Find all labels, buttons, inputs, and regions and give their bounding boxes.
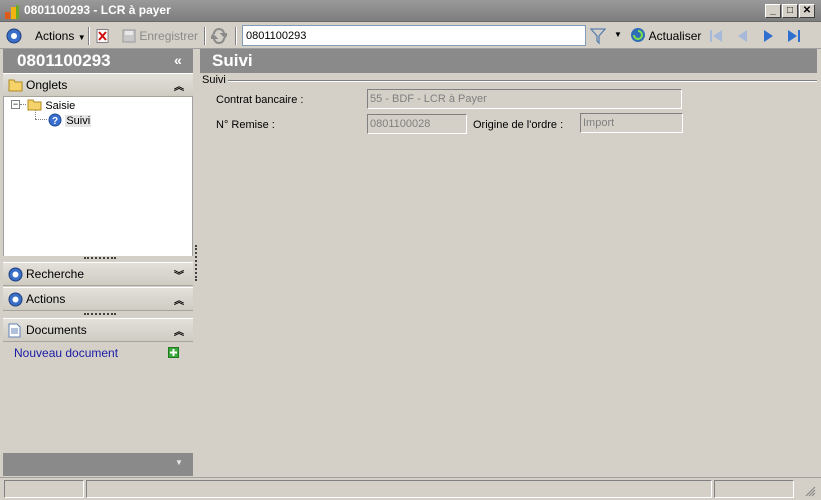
- chevron-up-icon[interactable]: ︽: [174, 292, 184, 307]
- status-cell: [714, 480, 794, 498]
- panel-splitter[interactable]: [3, 256, 193, 261]
- new-document-link[interactable]: Nouveau document: [14, 346, 118, 360]
- refresh-label: Actualiser: [648, 29, 702, 43]
- contract-field[interactable]: 55 - BDF - LCR à Payer: [367, 89, 682, 109]
- save-label: Enregistrer: [139, 29, 199, 43]
- refresh-icon: [631, 28, 645, 42]
- page-title: Suivi: [200, 49, 817, 73]
- filter-icon[interactable]: [590, 27, 606, 45]
- help-icon: ?: [48, 113, 62, 127]
- chevron-up-icon[interactable]: ︽: [174, 323, 184, 338]
- close-button[interactable]: ✕: [799, 4, 815, 18]
- actions-menu-button[interactable]: Actions ▼: [35, 25, 86, 47]
- refresh-button[interactable]: Actualiser: [630, 25, 701, 47]
- tabs-section-header[interactable]: Onglets ︽: [3, 73, 193, 97]
- record-search-input[interactable]: [242, 25, 586, 46]
- tree-connector: [35, 119, 47, 120]
- actions-menu-label: Actions: [35, 29, 75, 43]
- record-number-header: 0801100293: [3, 49, 193, 73]
- toolbar-separator: [235, 27, 237, 45]
- tree-node-suivi[interactable]: ? Suivi: [48, 113, 92, 127]
- app-icon: [5, 5, 19, 19]
- tree-collapse-toggle[interactable]: −: [11, 100, 20, 109]
- sync-icon[interactable]: [211, 28, 227, 44]
- status-cell: [86, 480, 712, 498]
- chevron-down-icon[interactable]: ︾: [174, 267, 184, 282]
- remise-field[interactable]: 0801100028: [367, 114, 467, 134]
- last-record-icon[interactable]: [786, 28, 802, 44]
- group-legend: Suivi: [202, 74, 228, 86]
- circle-icon: [8, 267, 23, 282]
- tree-node-saisie[interactable]: Saisie: [27, 98, 75, 112]
- documents-section-header[interactable]: Documents ︽: [3, 318, 193, 342]
- toolbar-separator: [204, 27, 206, 45]
- tree-node-label: Saisie: [45, 100, 76, 112]
- circle-icon: [8, 292, 23, 307]
- group-divider: [228, 80, 817, 82]
- delete-icon[interactable]: [96, 29, 110, 43]
- origin-label: Origine de l'ordre :: [473, 119, 564, 131]
- save-button[interactable]: Enregistrer: [122, 25, 198, 47]
- status-bar: [0, 477, 821, 500]
- status-cell: [4, 480, 84, 498]
- save-icon: [122, 29, 136, 43]
- left-panel-footer: ▼: [3, 453, 193, 476]
- folder-icon: [8, 79, 23, 92]
- maximize-button[interactable]: □: [782, 4, 798, 18]
- circle-nav-icon[interactable]: [6, 28, 22, 44]
- documents-section-label: Documents: [26, 323, 87, 337]
- svg-text:?: ?: [52, 116, 58, 127]
- title-bar: 0801100293 - LCR à payer _ □ ✕: [0, 0, 821, 22]
- tabs-tree: − Saisie ? Suivi: [3, 97, 193, 258]
- tree-node-label: Suivi: [65, 115, 92, 127]
- toolbar: Actions ▼ Enregistrer ▼ Actualiser: [0, 23, 821, 49]
- tree-connector: [20, 104, 26, 105]
- dropdown-arrow-icon[interactable]: ▼: [175, 458, 183, 467]
- collapse-panel-button[interactable]: «: [174, 52, 182, 68]
- contract-label: Contrat bancaire :: [216, 94, 304, 106]
- remise-label: N° Remise :: [216, 119, 275, 131]
- vertical-splitter[interactable]: [195, 245, 198, 281]
- dropdown-arrow-icon: ▼: [77, 33, 86, 42]
- window-title: 0801100293 - LCR à payer: [24, 3, 171, 17]
- next-record-icon[interactable]: [760, 28, 776, 44]
- chevron-up-icon[interactable]: ︽: [174, 78, 184, 93]
- filter-dropdown-icon[interactable]: ▼: [614, 30, 622, 39]
- toolbar-separator: [88, 27, 90, 45]
- minimize-button[interactable]: _: [765, 4, 781, 18]
- resize-grip-icon[interactable]: [804, 485, 816, 497]
- first-record-icon[interactable]: [708, 28, 724, 44]
- actions-section-label: Actions: [26, 292, 66, 306]
- actions-section-header[interactable]: Actions ︽: [3, 287, 193, 311]
- panel-splitter[interactable]: [3, 312, 193, 317]
- origin-field[interactable]: Import: [580, 113, 683, 133]
- tabs-section-label: Onglets: [26, 78, 68, 92]
- search-section-header[interactable]: Recherche ︾: [3, 262, 193, 286]
- folder-icon: [27, 99, 42, 111]
- add-icon[interactable]: [168, 347, 179, 358]
- previous-record-icon[interactable]: [735, 28, 751, 44]
- document-icon: [8, 323, 21, 338]
- search-section-label: Recherche: [26, 267, 85, 281]
- documents-panel: Nouveau document: [3, 343, 193, 453]
